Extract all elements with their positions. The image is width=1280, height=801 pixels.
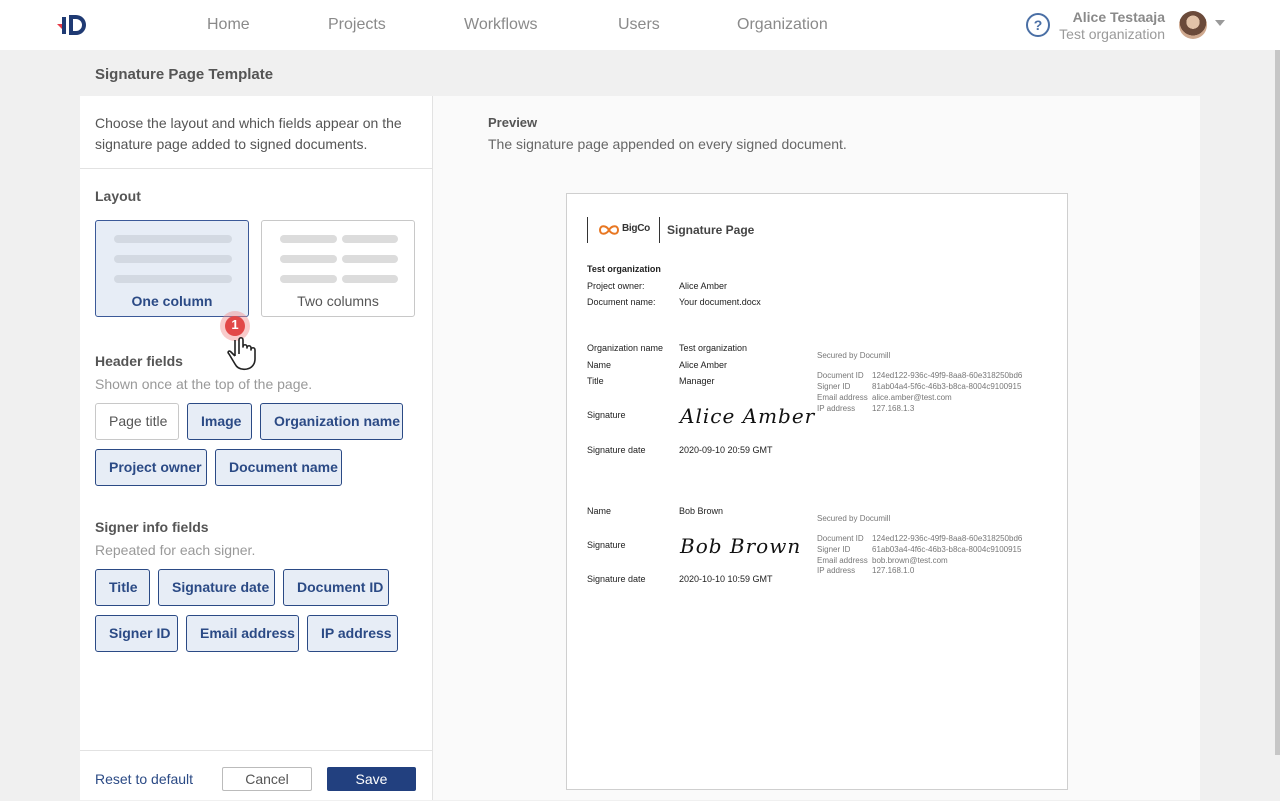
cancel-button[interactable]: Cancel	[222, 767, 312, 791]
nav-organization[interactable]: Organization	[737, 0, 828, 50]
documill-logo[interactable]	[56, 12, 90, 38]
layout-preview-line	[280, 255, 337, 263]
header-fields-hint: Shown once at the top of the page.	[95, 376, 313, 392]
layout-heading: Layout	[95, 188, 141, 204]
chip-image[interactable]: Image	[187, 403, 252, 440]
nav-users[interactable]: Users	[618, 0, 660, 50]
layout-option-label: One column	[131, 293, 213, 309]
chip-signer-id[interactable]: Signer ID	[95, 615, 178, 652]
value: bob.brown@test.com	[872, 556, 948, 565]
divider	[80, 168, 432, 169]
value: Alice Amber	[679, 360, 728, 370]
chip-title[interactable]: Title	[95, 569, 150, 606]
label: Signature	[587, 410, 626, 420]
chip-page-title[interactable]: Page title	[95, 403, 179, 440]
avatar[interactable]	[1179, 11, 1207, 39]
value: 2020-09-10 20:59 GMT	[679, 445, 773, 455]
label: Signer ID	[817, 382, 851, 391]
value: Your document.docx	[679, 297, 761, 307]
value: 124ed122-936c-49f9-8aa8-60e318250bd6	[872, 534, 1023, 543]
label: Name	[587, 506, 612, 516]
layout-preview-line	[342, 235, 398, 243]
value: 127.168.1.0	[872, 566, 915, 575]
label: IP address	[817, 404, 856, 413]
header-fields-heading: Header fields	[95, 353, 183, 369]
signature-value: Bob Brown	[680, 534, 802, 558]
label: Organization name	[587, 343, 664, 353]
label: Document ID	[817, 534, 864, 543]
chip-document-id[interactable]: Document ID	[283, 569, 389, 606]
settings-intro: Choose the layout and which fields appea…	[95, 115, 402, 152]
settings-panel: Choose the layout and which fields appea…	[80, 96, 433, 800]
top-navigation-bar: Home Projects Workflows Users Organizati…	[0, 0, 1280, 50]
chip-ip-address[interactable]: IP address	[307, 615, 398, 652]
label: Signature date	[587, 574, 646, 584]
doc-title: Signature Page	[667, 223, 755, 237]
infinity-icon	[598, 225, 620, 235]
layout-preview-line	[280, 275, 337, 283]
chip-organization-name[interactable]: Organization name	[260, 403, 403, 440]
page-title: Signature Page Template	[95, 66, 274, 83]
preview-heading: Preview	[488, 115, 538, 130]
value: 61ab03a4-4f6c-46b3-b8ca-8004c9100915	[872, 545, 1022, 554]
save-button[interactable]: Save	[327, 767, 416, 791]
layout-one-column-option[interactable]: One column	[95, 220, 249, 317]
value: Test organization	[679, 343, 748, 353]
label: Project owner:	[587, 281, 645, 291]
chip-email-address[interactable]: Email address	[186, 615, 299, 652]
value: 127.168.1.3	[872, 404, 915, 413]
chip-signature-date[interactable]: Signature date	[158, 569, 275, 606]
layout-preview-line	[114, 275, 232, 283]
layout-option-label: Two columns	[297, 293, 379, 309]
signature-page-preview: BigCo Signature Page Test organization P…	[566, 193, 1068, 790]
value: Bob Brown	[679, 506, 724, 516]
help-icon[interactable]: ?	[1026, 13, 1050, 37]
signer-fields-heading: Signer info fields	[95, 519, 209, 535]
preview-subtitle: The signature page appended on every sig…	[488, 136, 847, 152]
bigco-logo-text: BigCo	[622, 223, 650, 234]
logo-divider	[659, 217, 660, 243]
label: Signature date	[587, 445, 646, 455]
chip-document-name[interactable]: Document name	[215, 449, 342, 486]
reset-to-default-link[interactable]: Reset to default	[95, 771, 193, 787]
chip-project-owner[interactable]: Project owner	[95, 449, 207, 486]
user-organization: Test organization	[1059, 26, 1165, 42]
value: 124ed122-936c-49f9-8aa8-60e318250bd6	[872, 371, 1023, 380]
layout-preview-line	[342, 255, 398, 263]
label: Document name:	[587, 297, 656, 307]
label: Email address	[817, 393, 868, 402]
doc-org-heading: Test organization	[587, 264, 661, 274]
bigco-logo: BigCo	[587, 217, 650, 243]
step-marker-number: 1	[231, 317, 239, 332]
nav-workflows[interactable]: Workflows	[464, 0, 538, 50]
settings-footer: Reset to default Cancel Save	[80, 750, 432, 801]
value: 2020-10-10 10:59 GMT	[679, 574, 773, 584]
layout-preview-line	[114, 235, 232, 243]
signature-value: Alice Amber	[680, 404, 816, 428]
label: IP address	[817, 566, 856, 575]
layout-preview-line	[114, 255, 232, 263]
label: Name	[587, 360, 612, 370]
value: alice.amber@test.com	[872, 393, 952, 402]
signer-fields-hint: Repeated for each signer.	[95, 542, 256, 558]
chevron-down-icon[interactable]	[1215, 20, 1225, 26]
page-scrollbar[interactable]	[1275, 50, 1280, 755]
label: Email address	[817, 556, 868, 565]
value: Alice Amber	[679, 281, 728, 291]
user-name[interactable]: Alice Testaaja	[1073, 9, 1165, 25]
secured-by: Secured by Documill	[817, 514, 891, 523]
value: 81ab04a4-5f6c-46b3-b8ca-8004c9100915	[872, 382, 1022, 391]
nav-home[interactable]: Home	[207, 0, 250, 50]
value: Manager	[679, 376, 715, 386]
secured-by: Secured by Documill	[817, 351, 891, 360]
label: Title	[587, 376, 604, 386]
label: Document ID	[817, 371, 864, 380]
label: Signature	[587, 540, 626, 550]
label: Signer ID	[817, 545, 851, 554]
layout-preview-line	[280, 235, 337, 243]
layout-two-columns-option[interactable]: Two columns	[261, 220, 415, 317]
layout-preview-line	[342, 275, 398, 283]
nav-projects[interactable]: Projects	[328, 0, 386, 50]
